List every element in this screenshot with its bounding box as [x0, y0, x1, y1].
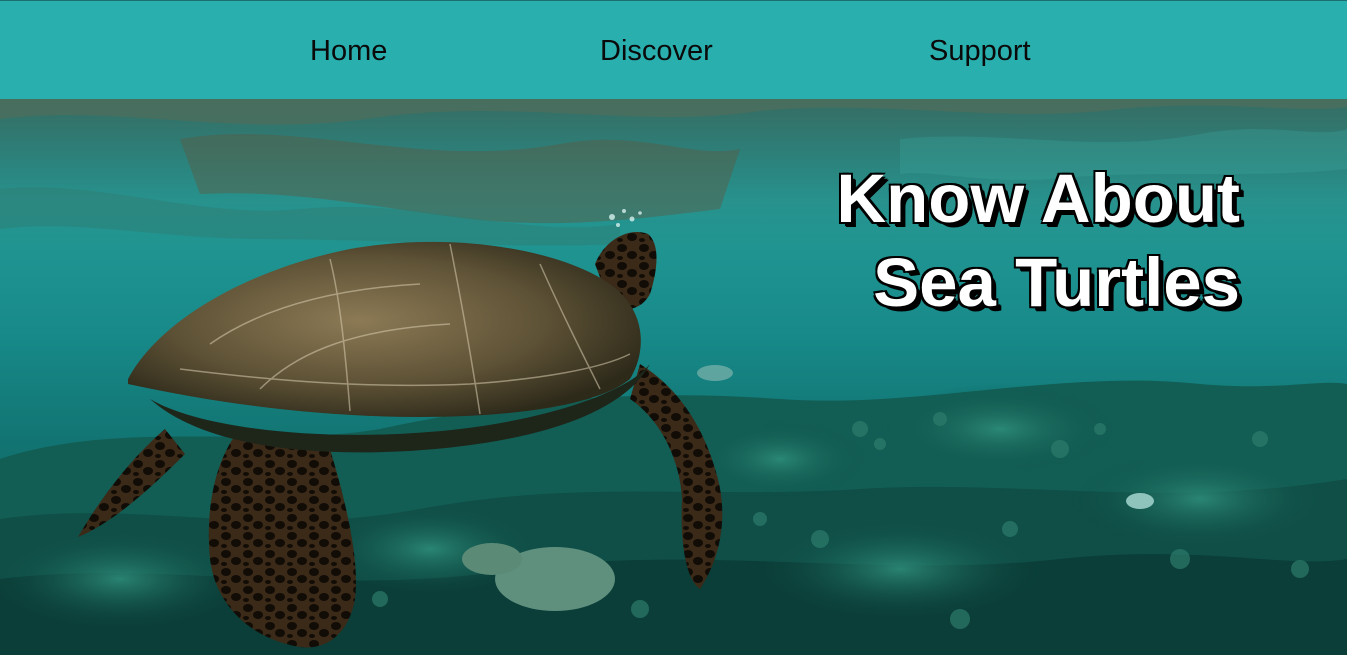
nav-link-support[interactable]: Support: [929, 31, 1031, 71]
hero-title-line-1: Know About: [836, 160, 1240, 237]
hero-title-line-2: Sea Turtles: [873, 244, 1240, 321]
top-navigation-bar: Home Discover Support: [0, 0, 1347, 99]
page: Home Discover Support Know About Sea Tur…: [0, 0, 1347, 655]
nav-link-discover[interactable]: Discover: [600, 31, 713, 71]
hero-title: Know About Sea Turtles: [836, 157, 1240, 325]
nav-link-home[interactable]: Home: [310, 31, 387, 71]
hero-banner: Know About Sea Turtles: [0, 99, 1347, 655]
